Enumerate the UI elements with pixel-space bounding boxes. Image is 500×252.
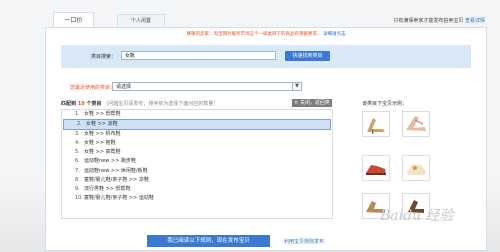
tab-fixed-price[interactable]: 一口价 — [53, 12, 94, 28]
list-item[interactable]: 2. 女鞋 >> 凉鞋 — [63, 119, 331, 131]
sample-shoe-image[interactable] — [402, 111, 430, 137]
item-label: 女鞋 >> 凉鞋 — [86, 121, 118, 128]
item-label: 童鞋/婴儿鞋/亲子鞋 >> 凉鞋 — [84, 176, 149, 183]
item-number: 1. — [75, 111, 80, 117]
recent-categories-select[interactable]: 请选择 ▼ — [112, 82, 302, 91]
item-label: 运动鞋new >> 休闲鞋/板鞋 — [84, 167, 148, 174]
item-label: 女鞋 >> 拖鞋 — [84, 140, 116, 147]
item-number: 7. — [75, 167, 80, 174]
category-search-input[interactable]: 女靴 — [121, 51, 276, 60]
list-item[interactable]: 4. 女鞋 >> 拖鞋 — [62, 139, 332, 148]
agree-and-publish-button[interactable]: 我已阅读以下规则，现在发布宝贝 — [147, 235, 270, 247]
item-number: 8. — [75, 176, 80, 183]
results-count: 10 — [77, 101, 85, 107]
item-label: 女鞋 >> 高帮鞋 — [84, 149, 121, 156]
results-prefix: 匹配到 — [61, 101, 77, 107]
sample-shoe-image[interactable] — [362, 155, 390, 181]
item-label: 运动鞋new >> 跑步鞋 — [84, 158, 136, 165]
category-list[interactable]: 1. 女鞋 >> 低帮鞋 2. 女鞋 >> 凉鞋 3. 女鞋 >> 帆布鞋 4. 女鞋 … — [61, 109, 333, 219]
footer-bar: 我已阅读以下规则，现在发布宝贝 利用宝贝规则发布 — [45, 232, 487, 251]
list-item[interactable]: 5. 女鞋 >> 高帮鞋 — [62, 148, 332, 157]
rules-publish-link[interactable]: 利用宝贝规则发布 — [284, 238, 324, 245]
notice-link[interactable]: 详细请点击 — [323, 32, 346, 37]
recent-select-value: 请选择 — [116, 84, 132, 90]
item-number: 2. — [77, 121, 82, 128]
search-label: 类目搜索： — [91, 54, 117, 60]
item-number: 9. — [75, 185, 80, 192]
item-number: 5. — [75, 149, 80, 156]
item-number: 10. — [75, 194, 83, 201]
close-results-button[interactable]: ✕ 关闭，返回类目 — [292, 99, 332, 114]
list-item[interactable]: 10.童鞋/婴儿鞋/亲子鞋 >> 运动鞋 — [62, 194, 332, 203]
tab-personal-idle[interactable]: 个人闲置 — [117, 14, 165, 28]
notice-text: 尊敬的卖家：淘宝网对服务市场这个一级类目下的商品有限额要求， — [186, 32, 322, 37]
find-category-button[interactable]: 快速找到类目 — [285, 51, 330, 61]
list-item[interactable]: 8. 童鞋/婴儿鞋/亲子鞋 >> 凉鞋 — [62, 176, 332, 185]
list-item[interactable]: 7. 运动鞋new >> 休闲鞋/板鞋 — [62, 167, 332, 176]
recent-categories-label: 您最近使用的类目： — [70, 85, 116, 91]
search-row: 类目搜索： 女靴 快速找到类目 — [61, 45, 471, 68]
item-label: 女鞋 >> 帆布鞋 — [84, 131, 121, 138]
sample-shoe-image[interactable] — [362, 111, 390, 137]
chevron-down-icon: ▼ — [292, 83, 301, 90]
results-header: 匹配到 10 个类目 （问题宝贝请发布，排序依为选择下面对应的数量） — [61, 100, 218, 107]
item-label: 童鞋/婴儿鞋/亲子鞋 >> 运动鞋 — [84, 194, 154, 201]
tab-bar: 一口价 个人闲置 只有满保卖家才能发布拍卖宝贝 查看详情 — [45, 12, 485, 28]
results-suffix: 个类目 — [86, 101, 102, 107]
watermark-logo: Baidu 经验 — [380, 208, 454, 224]
list-item[interactable]: 6. 运动鞋new >> 跑步鞋 — [62, 157, 332, 166]
results-hint: （问题宝贝请发布，排序依为选择下面对应的数量） — [103, 101, 219, 107]
main-panel: 尊敬的卖家：淘宝网对服务市场这个一级类目下的商品有限额要求， 详细请点击 类目搜… — [45, 27, 487, 234]
top-note-text: 只有满保卖家才能发布拍卖宝贝 — [393, 18, 464, 24]
list-item[interactable]: 1. 女鞋 >> 低帮鞋 — [62, 110, 332, 119]
item-number: 6. — [75, 158, 80, 165]
sample-items-title: 该类目下宝贝示例： — [362, 101, 408, 107]
item-label: 女鞋 >> 低帮鞋 — [84, 111, 121, 117]
item-label: 流行男鞋 >> 低帮鞋 — [84, 185, 131, 192]
list-item[interactable]: 3. 女鞋 >> 帆布鞋 — [62, 130, 332, 139]
item-number: 4. — [75, 140, 80, 147]
top-note: 只有满保卖家才能发布拍卖宝贝 查看详情 — [393, 17, 485, 24]
list-item[interactable]: 9. 流行男鞋 >> 低帮鞋 — [62, 185, 332, 194]
sample-shoe-image[interactable] — [402, 155, 430, 181]
notice-banner: 尊敬的卖家：淘宝网对服务市场这个一级类目下的商品有限额要求， 详细请点击 — [46, 31, 486, 37]
close-icon: ✕ — [294, 100, 299, 106]
item-number: 3. — [75, 131, 80, 138]
top-note-link[interactable]: 查看详情 — [465, 18, 485, 24]
